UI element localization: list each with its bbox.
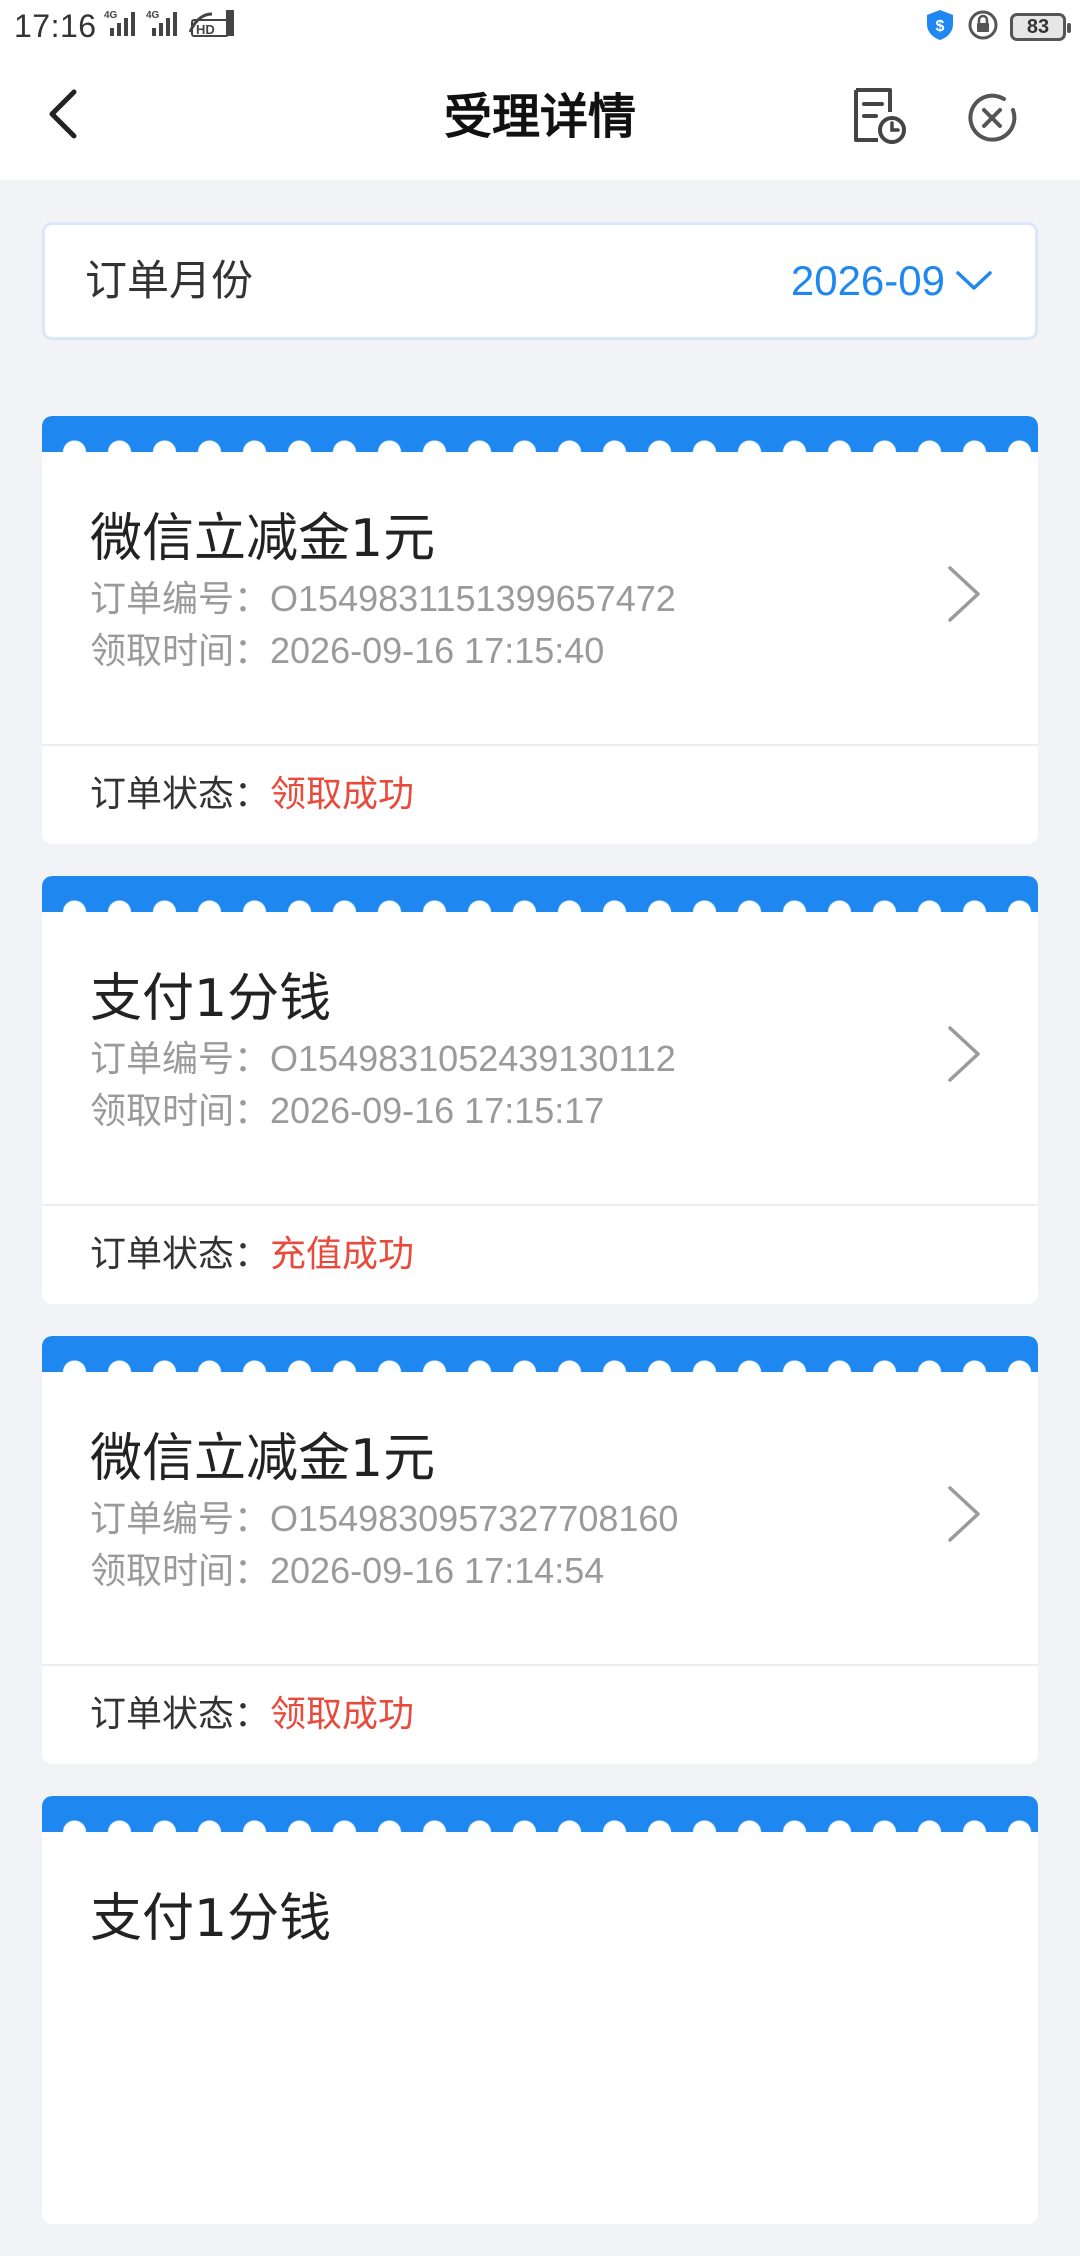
rotation-lock-icon: [966, 8, 1000, 46]
svg-text:HD: HD: [196, 22, 215, 37]
order-status-label: 订单状态：: [90, 774, 271, 815]
svg-text:4G: 4G: [146, 10, 160, 21]
svg-text:$: $: [936, 18, 945, 35]
hd2-icon: HD: [188, 8, 236, 42]
card-header: [42, 1796, 1038, 1844]
order-title: 支付1分钱: [90, 1889, 332, 1949]
order-status: 充值成功: [270, 1234, 415, 1275]
order-number-label: 订单编号：: [90, 1039, 271, 1080]
order-title: 支付1分钱: [90, 969, 332, 1029]
order-number-label: 订单编号：: [90, 579, 271, 620]
order-time: 2026-09-16 17:14:54: [270, 1550, 605, 1591]
order-card[interactable]: 支付1分钱 订单编号：O1549831052439130112 领取时间：202…: [42, 876, 1038, 1304]
chevron-down-icon[interactable]: [955, 267, 993, 295]
status-signals: 4G 4G HD: [104, 8, 236, 42]
status-right: $ 83: [924, 8, 1071, 46]
order-number-row: 订单编号：O1549831151399657472: [90, 570, 676, 622]
order-time-label: 领取时间：: [90, 631, 271, 672]
order-card[interactable]: 微信立减金1元 订单编号：O1549830957327708160 领取时间：2…: [42, 1336, 1038, 1764]
order-number-row: 订单编号：O1549830957327708160: [90, 1490, 678, 1542]
nav-bar: 受理详情: [0, 54, 1080, 180]
order-number: O1549831052439130112: [270, 1038, 676, 1079]
chevron-right-icon[interactable]: [946, 1484, 982, 1544]
battery-icon: 83: [1010, 13, 1071, 41]
order-number: O1549830957327708160: [270, 1498, 679, 1539]
order-time-row: 领取时间：2026-09-16 17:15:40: [90, 622, 604, 674]
order-list: 微信立减金1元 订单编号：O1549831151399657472 领取时间：2…: [42, 416, 1038, 2256]
svg-text:4G: 4G: [104, 10, 118, 21]
order-history-icon[interactable]: [848, 86, 908, 146]
close-circle-icon[interactable]: [964, 90, 1020, 146]
card-header: [42, 876, 1038, 924]
chevron-right-icon[interactable]: [946, 564, 982, 624]
order-number-label: 订单编号：: [90, 1499, 271, 1540]
month-label: 订单月份: [85, 256, 254, 305]
4g-signal-icon: 4G: [104, 8, 138, 42]
order-title: 微信立减金1元: [90, 509, 436, 569]
shield-dollar-icon: $: [924, 8, 956, 46]
order-time-label: 领取时间：: [90, 1091, 271, 1132]
order-time-row: 领取时间：2026-09-16 17:14:54: [90, 1542, 604, 1594]
order-number: O1549831151399657472: [270, 578, 676, 619]
status-bar: 17:16 4G 4G HD $ 83: [0, 0, 1080, 54]
order-title: 微信立减金1元: [90, 1429, 436, 1489]
order-number-row: 订单编号：O1549831052439130112: [90, 1030, 676, 1082]
order-status-label: 订单状态：: [90, 1234, 271, 1275]
card-header: [42, 416, 1038, 464]
order-time: 2026-09-16 17:15:17: [270, 1090, 605, 1131]
4g-signal-icon: 4G: [146, 8, 180, 42]
order-status-label: 订单状态：: [90, 1694, 271, 1735]
order-status-row: 订单状态：领取成功: [90, 1666, 414, 1764]
status-time: 17:16: [14, 8, 97, 44]
card-header: [42, 1336, 1038, 1384]
order-status-row: 订单状态：领取成功: [90, 746, 414, 844]
back-arrow-icon[interactable]: [36, 84, 96, 144]
order-time-label: 领取时间：: [90, 1551, 271, 1592]
month-selector[interactable]: 订单月份 2026-09: [42, 222, 1038, 340]
order-card[interactable]: 微信立减金1元 订单编号：O1549831151399657472 领取时间：2…: [42, 416, 1038, 844]
chevron-right-icon[interactable]: [946, 1024, 982, 1084]
month-value[interactable]: 2026-09: [791, 225, 945, 337]
order-status-row: 订单状态：充值成功: [90, 1206, 414, 1304]
order-status: 领取成功: [270, 1694, 415, 1735]
page-title: 受理详情: [443, 89, 636, 145]
order-time: 2026-09-16 17:15:40: [270, 630, 605, 671]
order-time-row: 领取时间：2026-09-16 17:15:17: [90, 1082, 604, 1134]
order-card[interactable]: 支付1分钱: [42, 1796, 1038, 2224]
order-status: 领取成功: [270, 774, 415, 815]
